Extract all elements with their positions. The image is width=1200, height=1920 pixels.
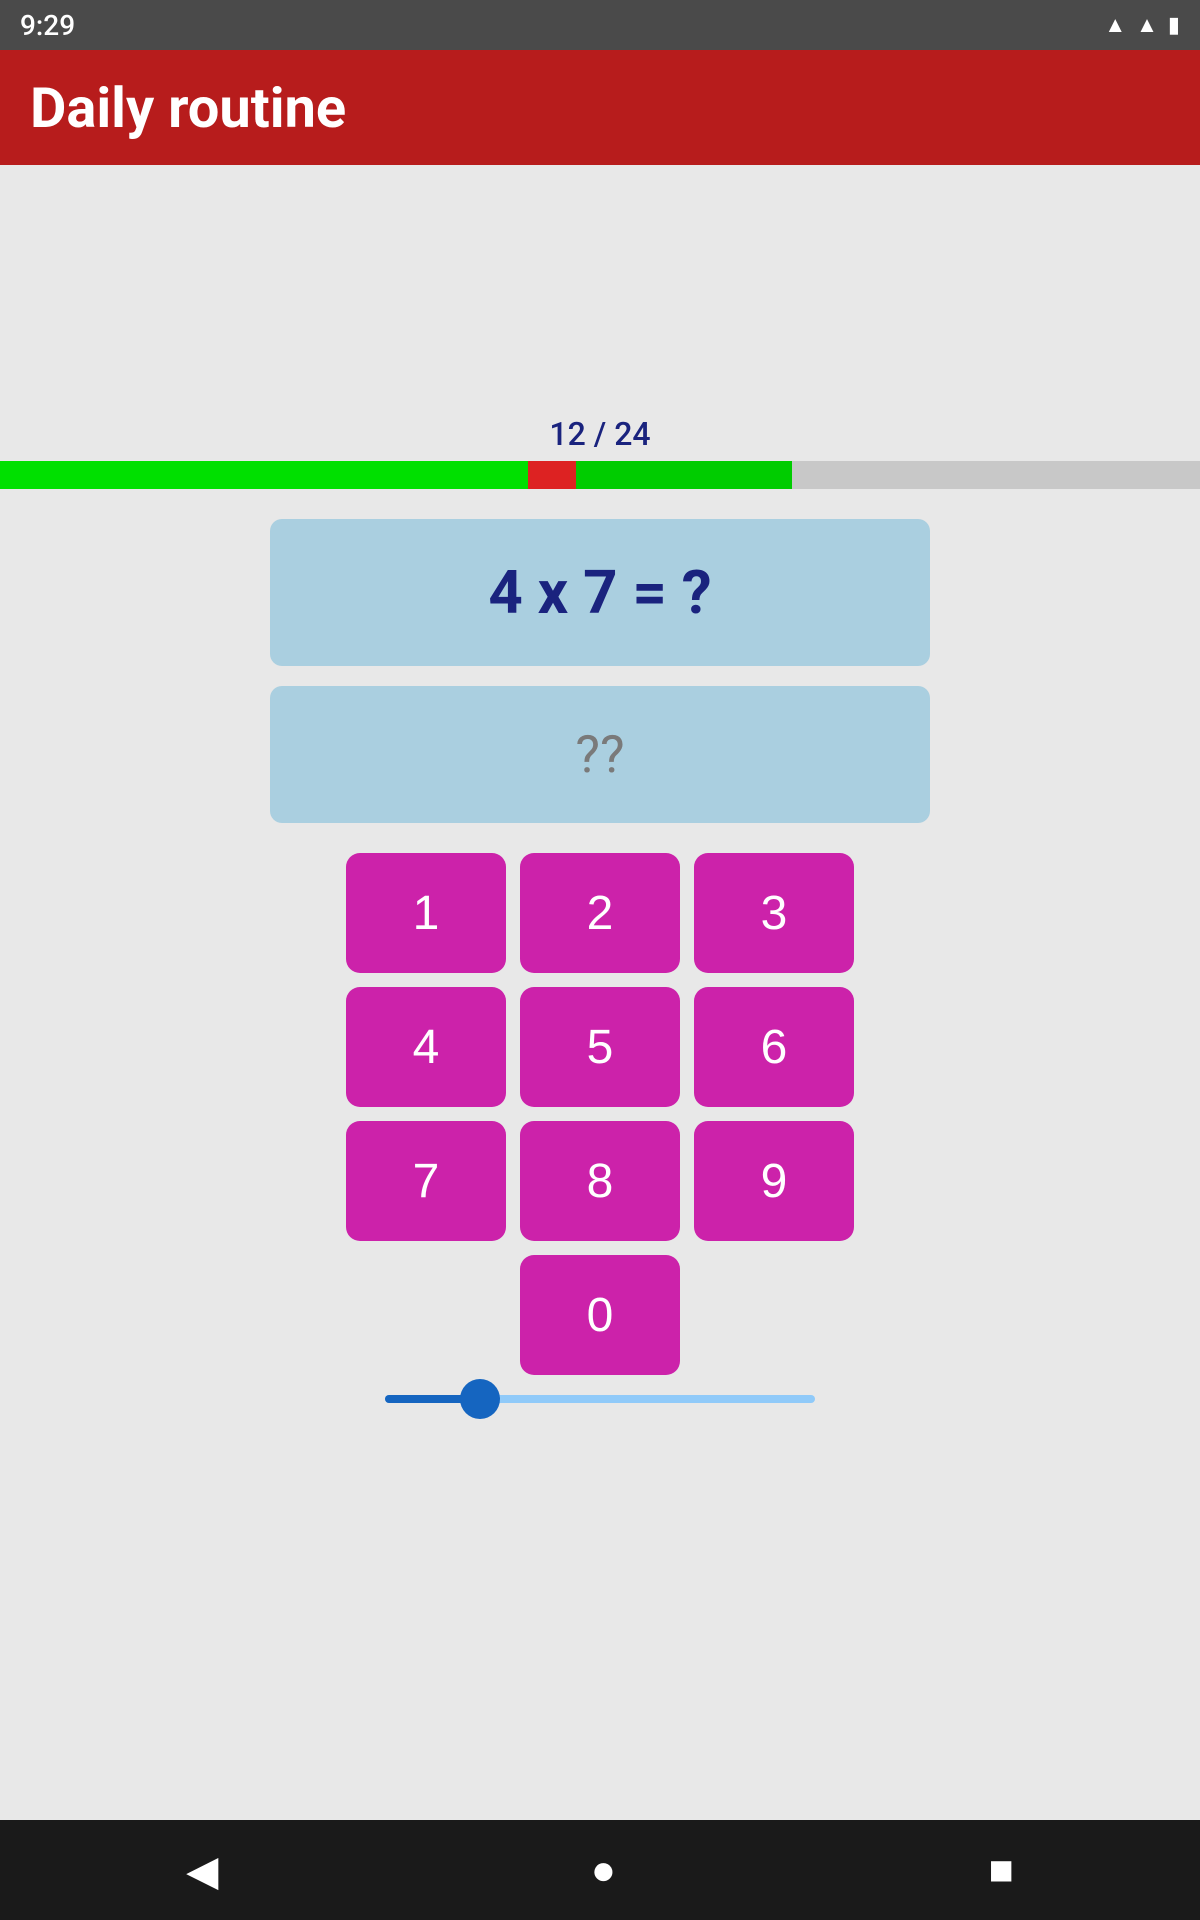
main-content: 12 / 24 4 x 7 = ? ?? 1 2 3 4 5 6 7 8 9 0	[0, 165, 1200, 1820]
numpad-btn-3[interactable]: 3	[694, 853, 854, 973]
signal-icon: ▲	[1136, 12, 1158, 38]
app-title: Daily routine	[30, 75, 346, 141]
numpad-btn-7[interactable]: 7	[346, 1121, 506, 1241]
answer-text: ??	[575, 724, 624, 785]
status-bar: 9:29 ▲ ▲ ▮	[0, 0, 1200, 50]
battery-icon: ▮	[1168, 13, 1180, 38]
progress-bar	[0, 461, 1200, 489]
status-time: 9:29	[20, 9, 75, 42]
slider-thumb[interactable]	[460, 1379, 500, 1419]
progress-section: 12 / 24	[0, 415, 1200, 489]
answer-card: ??	[270, 686, 930, 823]
numpad-btn-8[interactable]: 8	[520, 1121, 680, 1241]
progress-label: 12 / 24	[549, 415, 650, 453]
nav-back-button[interactable]: ◀	[156, 1836, 248, 1905]
question-card: 4 x 7 = ?	[270, 519, 930, 666]
nav-home-button[interactable]: ●	[561, 1836, 646, 1904]
nav-recent-button[interactable]: ■	[958, 1836, 1043, 1904]
status-icons: ▲ ▲ ▮	[1104, 12, 1180, 38]
progress-green-right	[576, 461, 792, 489]
progress-green-left	[0, 461, 528, 489]
progress-red	[528, 461, 576, 489]
app-bar: Daily routine	[0, 50, 1200, 165]
numpad-btn-6[interactable]: 6	[694, 987, 854, 1107]
wifi-icon: ▲	[1104, 12, 1126, 38]
numpad: 1 2 3 4 5 6 7 8 9	[346, 853, 854, 1241]
numpad-btn-2[interactable]: 2	[520, 853, 680, 973]
numpad-btn-5[interactable]: 5	[520, 987, 680, 1107]
question-text: 4 x 7 = ?	[488, 557, 711, 628]
numpad-btn-4[interactable]: 4	[346, 987, 506, 1107]
numpad-btn-1[interactable]: 1	[346, 853, 506, 973]
slider-container[interactable]	[385, 1395, 815, 1403]
numpad-zero-row: 0	[520, 1255, 680, 1375]
slider-track[interactable]	[385, 1395, 815, 1403]
numpad-btn-9[interactable]: 9	[694, 1121, 854, 1241]
numpad-btn-0[interactable]: 0	[520, 1255, 680, 1375]
nav-bar: ◀ ● ■	[0, 1820, 1200, 1920]
